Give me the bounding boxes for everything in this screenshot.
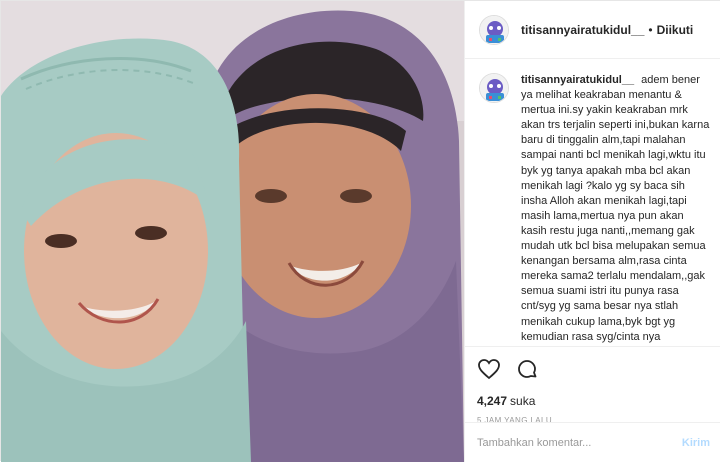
follow-status-button[interactable]: Diikuti <box>657 23 694 37</box>
comment-bubble-icon[interactable] <box>515 357 539 381</box>
caption-username[interactable]: titisannyairatukidul__ <box>521 74 634 86</box>
instagram-post: titisannyairatukidul__ • Diikuti titisanny… <box>0 0 720 462</box>
caption-text-block: titisannyairatukidul__ adem bener ya mel… <box>521 73 712 346</box>
likes-number: 4,247 <box>477 394 508 408</box>
post-photo[interactable] <box>1 1 464 462</box>
avatar-icon <box>480 74 508 102</box>
post-sidebar: titisannyairatukidul__ • Diikuti titisanny… <box>464 1 720 462</box>
avatar-icon <box>480 15 508 44</box>
action-icons <box>477 357 710 381</box>
likes-suffix: suka <box>510 394 536 408</box>
header-text: titisannyairatukidul__ • Diikuti <box>521 23 693 37</box>
comment-input[interactable] <box>477 436 674 449</box>
send-comment-button[interactable]: Kirim <box>682 437 710 449</box>
post-actions: 4,247 suka 5 JAM YANG LALU <box>465 346 720 425</box>
photo-two-women-in-hijab <box>1 1 464 462</box>
post-header: titisannyairatukidul__ • Diikuti <box>465 1 720 59</box>
heart-icon[interactable] <box>477 357 501 381</box>
comment-bar: Kirim <box>465 422 720 462</box>
header-username[interactable]: titisannyairatukidul__ <box>521 23 644 37</box>
caption-text: adem bener ya melihat keakraban menantu … <box>521 74 710 346</box>
avatar[interactable] <box>479 14 509 45</box>
header-separator: • <box>648 22 653 37</box>
caption-area: titisannyairatukidul__ adem bener ya mel… <box>465 59 720 346</box>
caption-avatar[interactable] <box>479 73 509 103</box>
likes-count[interactable]: 4,247 suka <box>477 394 710 408</box>
